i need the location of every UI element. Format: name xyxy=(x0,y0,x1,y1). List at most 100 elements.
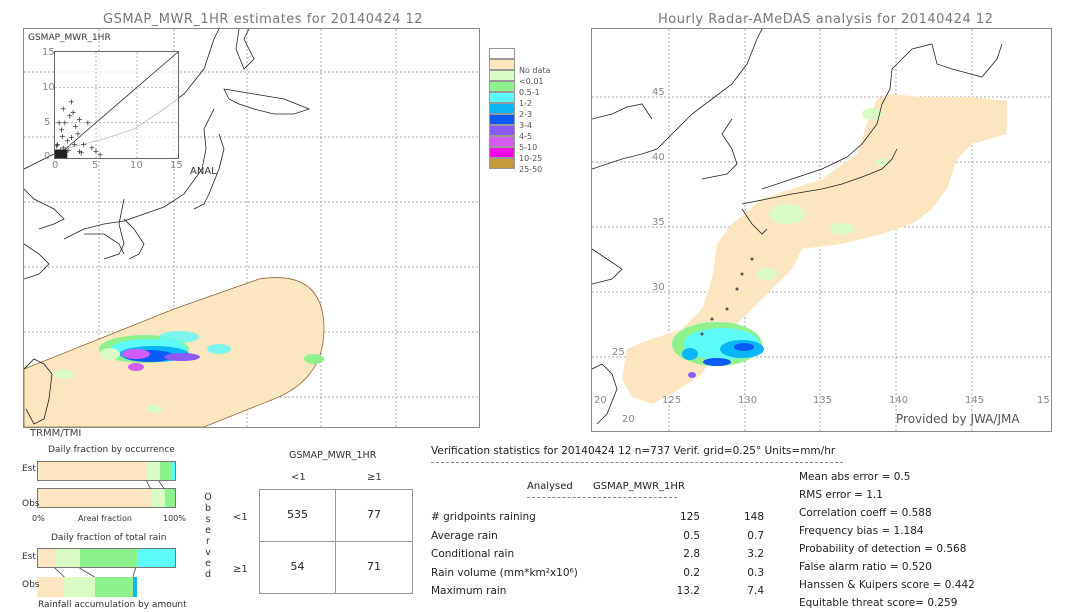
legend-item: 5-10 xyxy=(489,136,537,152)
lat-label-25: 25 xyxy=(612,347,625,358)
score-item: Probability of detection = 0.568 xyxy=(799,543,967,555)
legend-swatch xyxy=(489,103,515,114)
occurrence-est-label: Est xyxy=(22,464,36,474)
scatter-xtick-15: 15 xyxy=(170,160,183,171)
contingency-header: GSMAP_MWR_1HR xyxy=(289,450,377,461)
lon-label-145: 145 xyxy=(965,395,985,406)
verification-header: Verification statistics for 20140424 12 … xyxy=(431,445,836,457)
scatter-point: + xyxy=(59,132,66,141)
scatter-point: + xyxy=(55,141,60,150)
total-rain-obs-label: Obs xyxy=(22,580,40,590)
score-item: Correlation coeff = 0.588 xyxy=(799,507,932,519)
gsmap-verification-page: GSMAP_MWR_1HR estimates for 20140424 12 xyxy=(0,0,1080,612)
scatter-svg: ++++++++++++++++++++++++++++++ xyxy=(55,52,178,158)
bar-segment xyxy=(170,462,175,480)
legend-item: 10-25 xyxy=(489,147,542,163)
bar-connector xyxy=(132,568,137,577)
occurrence-axis-right: 100% xyxy=(163,514,186,523)
scatter-point: + xyxy=(78,148,85,157)
legend-swatch xyxy=(489,147,515,158)
bar-segment xyxy=(151,489,166,507)
side-label-char: d xyxy=(204,569,212,580)
scatter-ytick-15: 15 xyxy=(42,47,55,58)
score-item: Hanssen & Kuipers score = 0.442 xyxy=(799,579,975,591)
col-analysed: Analysed xyxy=(527,481,573,492)
cell-obs-ge1-est-ge1: 71 xyxy=(367,560,381,573)
scatter-xtick-5: 5 xyxy=(92,160,99,171)
total-rain-est-bar xyxy=(37,548,176,568)
legend-item: <0.01 xyxy=(489,70,544,86)
stat-label: Conditional rain xyxy=(431,548,515,560)
stat-label: Maximum rain xyxy=(431,585,507,597)
contingency-row-ge1: ≥1 xyxy=(233,564,248,575)
lon-label-150: 15 xyxy=(1037,395,1050,406)
contingency-hline xyxy=(260,541,412,542)
cell-obs-ge1-est-lt1: 54 xyxy=(290,560,305,573)
scatter-ytick-5: 5 xyxy=(44,117,51,128)
total-rain-title: Daily fraction of total rain xyxy=(51,533,167,543)
scatter-xtick-0: 0 xyxy=(52,160,59,171)
bar-segment xyxy=(37,577,65,597)
cell-obs-lt1-est-ge1: 77 xyxy=(367,508,381,521)
legend-item: 0.5-1 xyxy=(489,81,540,97)
lon-label-135: 135 xyxy=(813,395,833,406)
occurrence-obs-bar xyxy=(37,488,176,508)
bar-segment xyxy=(159,462,171,480)
side-label-char: b xyxy=(204,503,212,514)
contingency-row-lt1: <1 xyxy=(233,512,248,523)
legend-swatch xyxy=(489,70,515,81)
bar-segment xyxy=(94,577,133,597)
scatter-point: + xyxy=(84,119,91,128)
score-item: RMS error = 1.1 xyxy=(799,489,883,501)
scatter-point: + xyxy=(56,119,63,128)
stat-label: # gridpoints raining xyxy=(431,511,536,523)
occurrence-est-bar xyxy=(37,461,176,481)
lat-label-30: 30 xyxy=(652,282,665,293)
col-divider xyxy=(527,497,677,498)
legend-item: 2-3 xyxy=(489,103,532,119)
bar-segment xyxy=(147,462,160,480)
cell-obs-lt1-est-lt1: 535 xyxy=(287,508,308,521)
scatter-point: + xyxy=(97,150,104,158)
lon-label-125: 125 xyxy=(662,395,682,406)
col-model: GSMAP_MWR_1HR xyxy=(593,481,685,492)
bar-segment xyxy=(38,549,56,567)
legend-swatch xyxy=(489,114,515,125)
left-map: GSMAP_MWR_1HR ++++++++++++++++++++++++++… xyxy=(23,28,480,428)
lat-label-45: 45 xyxy=(652,87,665,98)
stat-label: Average rain xyxy=(431,529,498,542)
legend-swatch xyxy=(489,125,515,136)
legend-item: 3-4 xyxy=(489,114,532,130)
lat-label-20: 20 xyxy=(622,414,635,425)
legend-item: 4-5 xyxy=(489,125,532,141)
total-rain-est-label: Est xyxy=(22,552,36,562)
total-rain-obs-bar xyxy=(37,577,176,597)
side-label-char: s xyxy=(205,514,211,525)
contingency-col-lt1: <1 xyxy=(291,472,306,483)
side-label-char: O xyxy=(204,492,212,503)
bar-segment xyxy=(38,489,152,507)
legend-item xyxy=(489,48,519,59)
bar-connector xyxy=(54,568,65,577)
scatter-ytick-0: 0 xyxy=(44,151,51,162)
lon-label-130: 130 xyxy=(738,395,758,406)
score-item: Mean abs error = 0.5 xyxy=(799,471,911,483)
contingency-col-ge1: ≥1 xyxy=(367,472,382,483)
legend-swatch xyxy=(489,59,515,70)
legend-item: 25-50 xyxy=(489,158,542,174)
bar-connector xyxy=(79,568,95,577)
sensor-label: TRMM/TMI xyxy=(30,428,82,439)
color-legend: No data <0.01 0.5-1 1-2 2-3 3-4 4-5 5-10 10-25 25… xyxy=(489,48,569,178)
legend-swatch xyxy=(489,81,515,92)
scatter-ytick-10: 10 xyxy=(42,82,55,93)
total-rain-caption: Rainfall accumulation by amount xyxy=(38,600,187,610)
legend-swatch xyxy=(489,48,515,59)
contingency-side-label: Observed xyxy=(203,492,213,580)
legend-item: 1-2 xyxy=(489,92,532,108)
bar-segment xyxy=(64,577,95,597)
occurrence-obs-label: Obs xyxy=(22,499,40,509)
side-label-char: e xyxy=(205,525,211,536)
lon-label-140: 140 xyxy=(889,395,909,406)
lon-label-120: 20 xyxy=(594,395,607,406)
side-label-char: v xyxy=(205,547,211,558)
